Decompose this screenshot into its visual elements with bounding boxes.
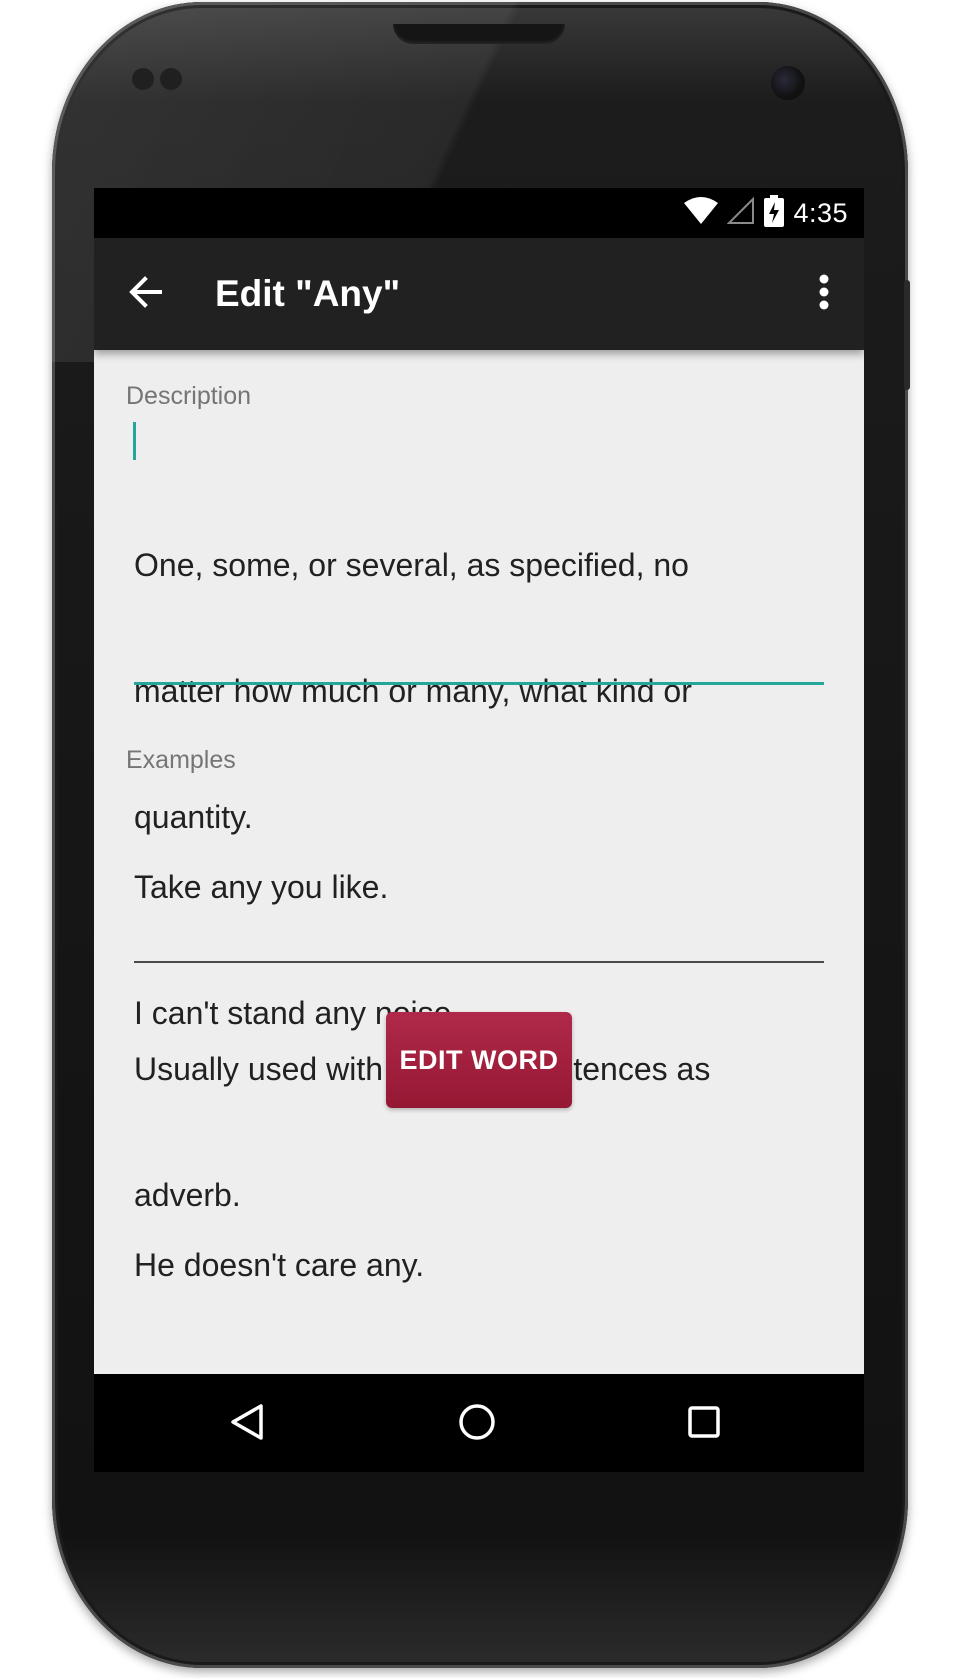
- examples-line: Take any you like.: [134, 869, 389, 905]
- description-underline: [134, 682, 824, 685]
- battery-charging-icon: [763, 194, 785, 232]
- examples-underline: [134, 961, 824, 963]
- back-triangle-icon: [228, 1402, 268, 1447]
- light-sensor: [160, 68, 182, 90]
- edit-word-button[interactable]: EDIT WORD: [386, 1012, 572, 1108]
- arrow-left-icon: [128, 274, 164, 315]
- nav-back-button[interactable]: [220, 1396, 276, 1452]
- status-icons: 4:35: [683, 188, 848, 238]
- proximity-sensor: [132, 68, 154, 90]
- back-button[interactable]: [122, 270, 170, 318]
- recents-square-icon: [684, 1402, 724, 1447]
- power-button: [904, 280, 910, 390]
- description-label: Description: [126, 382, 252, 410]
- examples-line: He doesn't care any.: [134, 1247, 425, 1283]
- page-title: Edit "Any": [215, 273, 401, 314]
- text-cursor: [133, 422, 136, 460]
- description-line: matter how much or many, what kind or: [134, 673, 692, 709]
- wifi-icon: [683, 196, 719, 230]
- description-line: One, some, or several, as specified, no: [134, 547, 689, 583]
- nav-home-button[interactable]: [449, 1396, 505, 1452]
- front-camera: [771, 66, 805, 100]
- toolbar: Edit "Any": [94, 238, 864, 350]
- home-circle-icon: [457, 1402, 497, 1447]
- overflow-menu-button[interactable]: [804, 268, 844, 320]
- navigation-bar: [94, 1374, 864, 1472]
- examples-label: Examples: [126, 746, 236, 774]
- screen: 4:35 Edit "Any" Description One, some, o…: [94, 188, 864, 1472]
- status-bar: 4:35: [94, 188, 864, 238]
- examples-line: [134, 1118, 824, 1160]
- edit-form: Description One, some, or several, as sp…: [94, 350, 864, 1374]
- cell-signal-icon: [727, 196, 755, 230]
- status-time: 4:35: [793, 197, 848, 228]
- nav-recents-button[interactable]: [676, 1396, 732, 1452]
- earpiece-speaker: [393, 24, 565, 44]
- more-vertical-icon: [818, 274, 830, 315]
